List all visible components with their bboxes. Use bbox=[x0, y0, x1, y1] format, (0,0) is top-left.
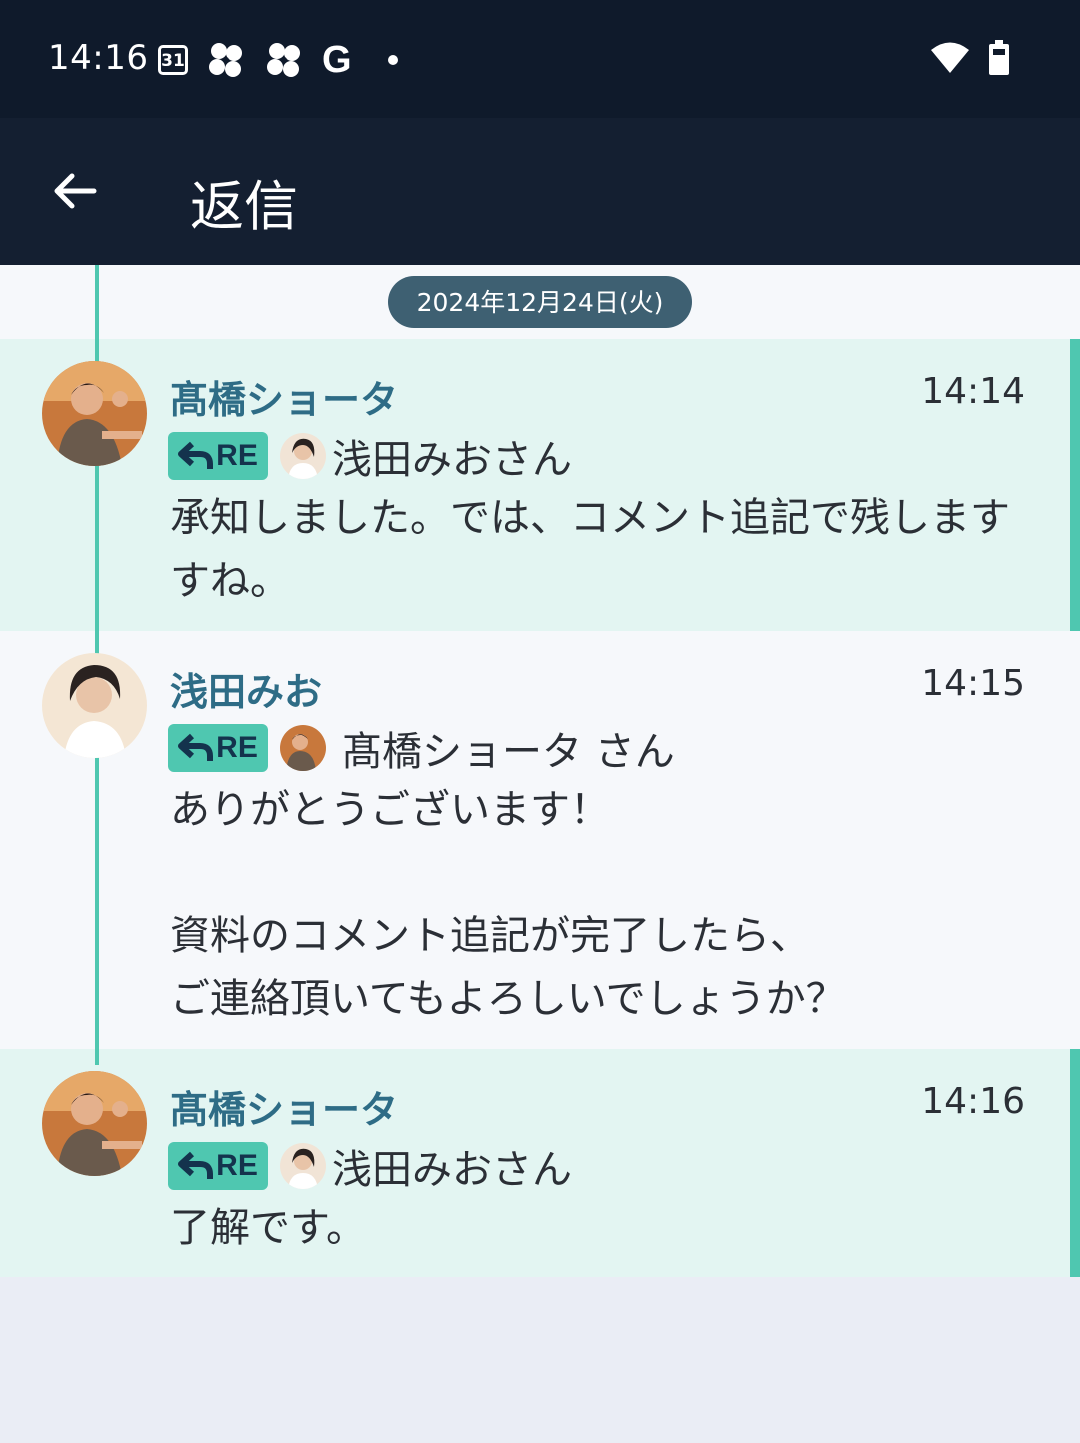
sender-name[interactable]: 髙橋ショータ bbox=[170, 1079, 398, 1134]
message-body: 了解です。 bbox=[170, 1205, 366, 1251]
message-time: 14:15 bbox=[921, 663, 1025, 704]
avatar[interactable] bbox=[42, 1071, 147, 1176]
message-item[interactable]: 髙橋ショータ 14:14 RE 浅田みおさん 承知しました。では、コメント追記で… bbox=[0, 339, 1080, 631]
message-time: 14:14 bbox=[921, 371, 1025, 412]
status-notification-icons: 31 G bbox=[158, 40, 398, 80]
flower-icon bbox=[267, 43, 300, 77]
re-label: RE bbox=[216, 731, 258, 764]
flower-icon bbox=[209, 43, 242, 77]
status-system-icons bbox=[930, 40, 1010, 76]
reply-arrow-icon bbox=[178, 441, 214, 469]
app-bar: 返信 bbox=[0, 118, 1080, 265]
re-label: RE bbox=[216, 439, 258, 472]
back-arrow-icon[interactable] bbox=[50, 166, 100, 216]
message-item[interactable]: 髙橋ショータ 14:16 RE 浅田みおさん 了解です。 bbox=[0, 1049, 1080, 1277]
re-badge[interactable]: RE bbox=[168, 432, 268, 480]
avatar[interactable] bbox=[42, 361, 147, 466]
reply-target-avatar bbox=[280, 433, 326, 479]
sender-name[interactable]: 髙橋ショータ bbox=[170, 369, 398, 424]
reply-arrow-icon bbox=[178, 733, 214, 761]
message-time: 14:16 bbox=[921, 1081, 1025, 1122]
reply-target-name: 髙橋ショータ さん bbox=[342, 729, 675, 775]
date-separator-row: 2024年12月24日(火) bbox=[0, 265, 1080, 339]
reply-target-avatar bbox=[280, 725, 326, 771]
reply-target-name: 浅田みおさん bbox=[332, 1147, 572, 1193]
re-label: RE bbox=[216, 1149, 258, 1182]
calendar-icon: 31 bbox=[158, 45, 188, 75]
status-bar: 14:16 31 G bbox=[0, 0, 1080, 118]
status-time: 14:16 bbox=[48, 38, 149, 78]
reply-info: RE 髙橋ショータ さん bbox=[168, 723, 675, 775]
re-badge[interactable]: RE bbox=[168, 724, 268, 772]
page-title: 返信 bbox=[190, 175, 298, 238]
message-body: 承知しました。では、コメント追記で残します すね。 bbox=[170, 495, 1010, 604]
message-item[interactable]: 浅田みお 14:15 RE 髙橋ショータ さん ありがとうございます！ 資料のコ… bbox=[0, 631, 1080, 1049]
reply-target-name: 浅田みおさん bbox=[332, 437, 572, 483]
reply-info: RE 浅田みおさん bbox=[168, 1141, 572, 1193]
avatar[interactable] bbox=[42, 653, 147, 758]
reply-target-avatar bbox=[280, 1143, 326, 1189]
reply-info: RE 浅田みおさん bbox=[168, 431, 572, 483]
battery-icon bbox=[989, 40, 1009, 75]
notification-dot bbox=[387, 55, 398, 65]
re-badge[interactable]: RE bbox=[168, 1142, 268, 1190]
wifi-icon bbox=[931, 42, 969, 73]
sender-name[interactable]: 浅田みお bbox=[170, 661, 322, 716]
reply-arrow-icon bbox=[178, 1151, 214, 1179]
empty-area bbox=[0, 1277, 1080, 1443]
message-thread: 2024年12月24日(火) 髙橋ショータ 14:14 RE 浅田みおさん 承知… bbox=[0, 265, 1080, 1277]
google-icon: G bbox=[322, 39, 352, 81]
message-body: ありがとうございます！ 資料のコメント追記が完了したら、 ご連絡頂いてもよろしい… bbox=[170, 787, 846, 1022]
date-separator: 2024年12月24日(火) bbox=[388, 276, 692, 328]
